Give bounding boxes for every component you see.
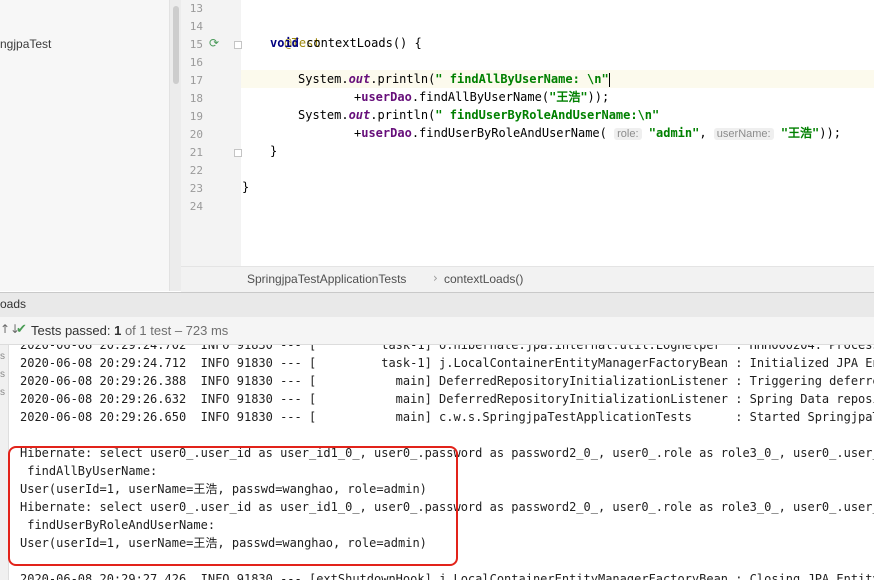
toolbar-glyph: s [0, 351, 5, 362]
breadcrumb-method[interactable]: contextLoads() [444, 272, 523, 286]
scrollbar-thumb[interactable] [173, 6, 179, 84]
code-token: userDao [361, 90, 412, 104]
line-number: 16 [189, 56, 203, 69]
line-number: 13 [189, 2, 203, 15]
line-number: 22 [189, 164, 203, 177]
run-tool-window-header: oads [0, 292, 874, 318]
line-number: 19 [189, 110, 203, 123]
parameter-hint: role: [614, 128, 642, 140]
console-line: 2020-06-08 20:29:26.632 INFO 91830 --- [… [20, 392, 874, 406]
code-token: .findAllByUserName( [411, 90, 550, 104]
code-line-15: void contextLoads() { [270, 34, 422, 52]
test-status-text: Tests passed: 1 of 1 test – 723 ms [31, 323, 228, 338]
string-literal: "王浩" [780, 126, 820, 140]
code-token: out [348, 108, 371, 122]
code-token: System. [298, 72, 349, 86]
code-line-23: } [242, 180, 250, 194]
line-number: 21 [189, 146, 203, 159]
console-line: 2020-06-08 20:29:26.650 INFO 91830 --- [… [20, 410, 874, 424]
run-tab[interactable]: oads [0, 297, 26, 311]
keyword: void [270, 36, 299, 50]
console-line: 2020-06-08 20:29:26.388 INFO 91830 --- [… [20, 374, 874, 388]
fold-marker-icon[interactable] [234, 41, 242, 49]
line-number: 18 [189, 92, 203, 105]
string-literal: "admin" [648, 126, 700, 140]
line-number: 23 [189, 182, 203, 195]
string-literal: " findUserByRoleAndUserName:\n" [435, 108, 660, 122]
code-token: .println( [370, 72, 436, 86]
status-suffix: of 1 test – 723 ms [121, 323, 229, 338]
parameter-hint: userName: [713, 128, 774, 140]
check-icon: ✔ [16, 322, 27, 337]
console-line: 2020-06-08 20:29:24.712 INFO 91830 --- [… [20, 356, 874, 370]
method-signature: contextLoads() { [298, 36, 422, 50]
line-number: 15 [189, 38, 203, 51]
status-prefix: Tests passed: [31, 323, 115, 338]
string-literal: " findAllByUserName: \n" [435, 72, 609, 86]
project-panel: ngjpaTest [0, 0, 169, 291]
code-token: , [699, 126, 714, 140]
toolbar-glyph: s [0, 387, 5, 398]
console-line: 2020-06-08 20:29:27.426 INFO 91830 --- [… [20, 572, 874, 580]
breadcrumb-separator-icon: › [433, 271, 438, 285]
breadcrumb: SpringjpaTestApplicationTests › contextL… [181, 266, 874, 292]
line-number: 17 [189, 74, 203, 87]
code-line-19: System.out.println(" findUserByRoleAndUs… [298, 106, 659, 124]
code-line-14: @Test [270, 16, 320, 50]
project-tree-item[interactable]: ngjpaTest [0, 37, 51, 51]
console-line: 2020-06-08 20:29:24.702 INFO 91830 --- [… [20, 345, 874, 352]
line-number: 24 [189, 200, 203, 213]
test-status-bar: ↑↓ ✔ Tests passed: 1 of 1 test – 723 ms [0, 317, 874, 345]
text-caret [608, 72, 610, 87]
code-token: .println( [370, 108, 436, 122]
breadcrumb-class[interactable]: SpringjpaTestApplicationTests [247, 272, 406, 286]
code-line-20: +userDao.findUserByRoleAndUserName( role… [354, 124, 841, 142]
code-line-18: +userDao.findAllByUserName("王浩")); [354, 88, 609, 106]
string-literal: "王浩" [549, 90, 588, 104]
toolbar-glyph: s [0, 369, 5, 380]
code-line-21: } [270, 144, 278, 158]
line-number: 14 [189, 20, 203, 33]
code-token: System. [298, 108, 349, 122]
run-test-icon[interactable]: ⟳ [207, 36, 221, 50]
highlight-annotation-box [8, 446, 458, 566]
fold-marker-icon[interactable] [234, 149, 242, 157]
line-number: 20 [189, 128, 203, 141]
code-line-17: System.out.println(" findAllByUserName: … [298, 70, 610, 88]
code-token: .findUserByRoleAndUserName( [411, 126, 607, 140]
code-token: userDao [361, 126, 412, 140]
code-token: )); [587, 90, 610, 104]
code-token: out [348, 72, 371, 86]
code-token: )); [819, 126, 841, 140]
